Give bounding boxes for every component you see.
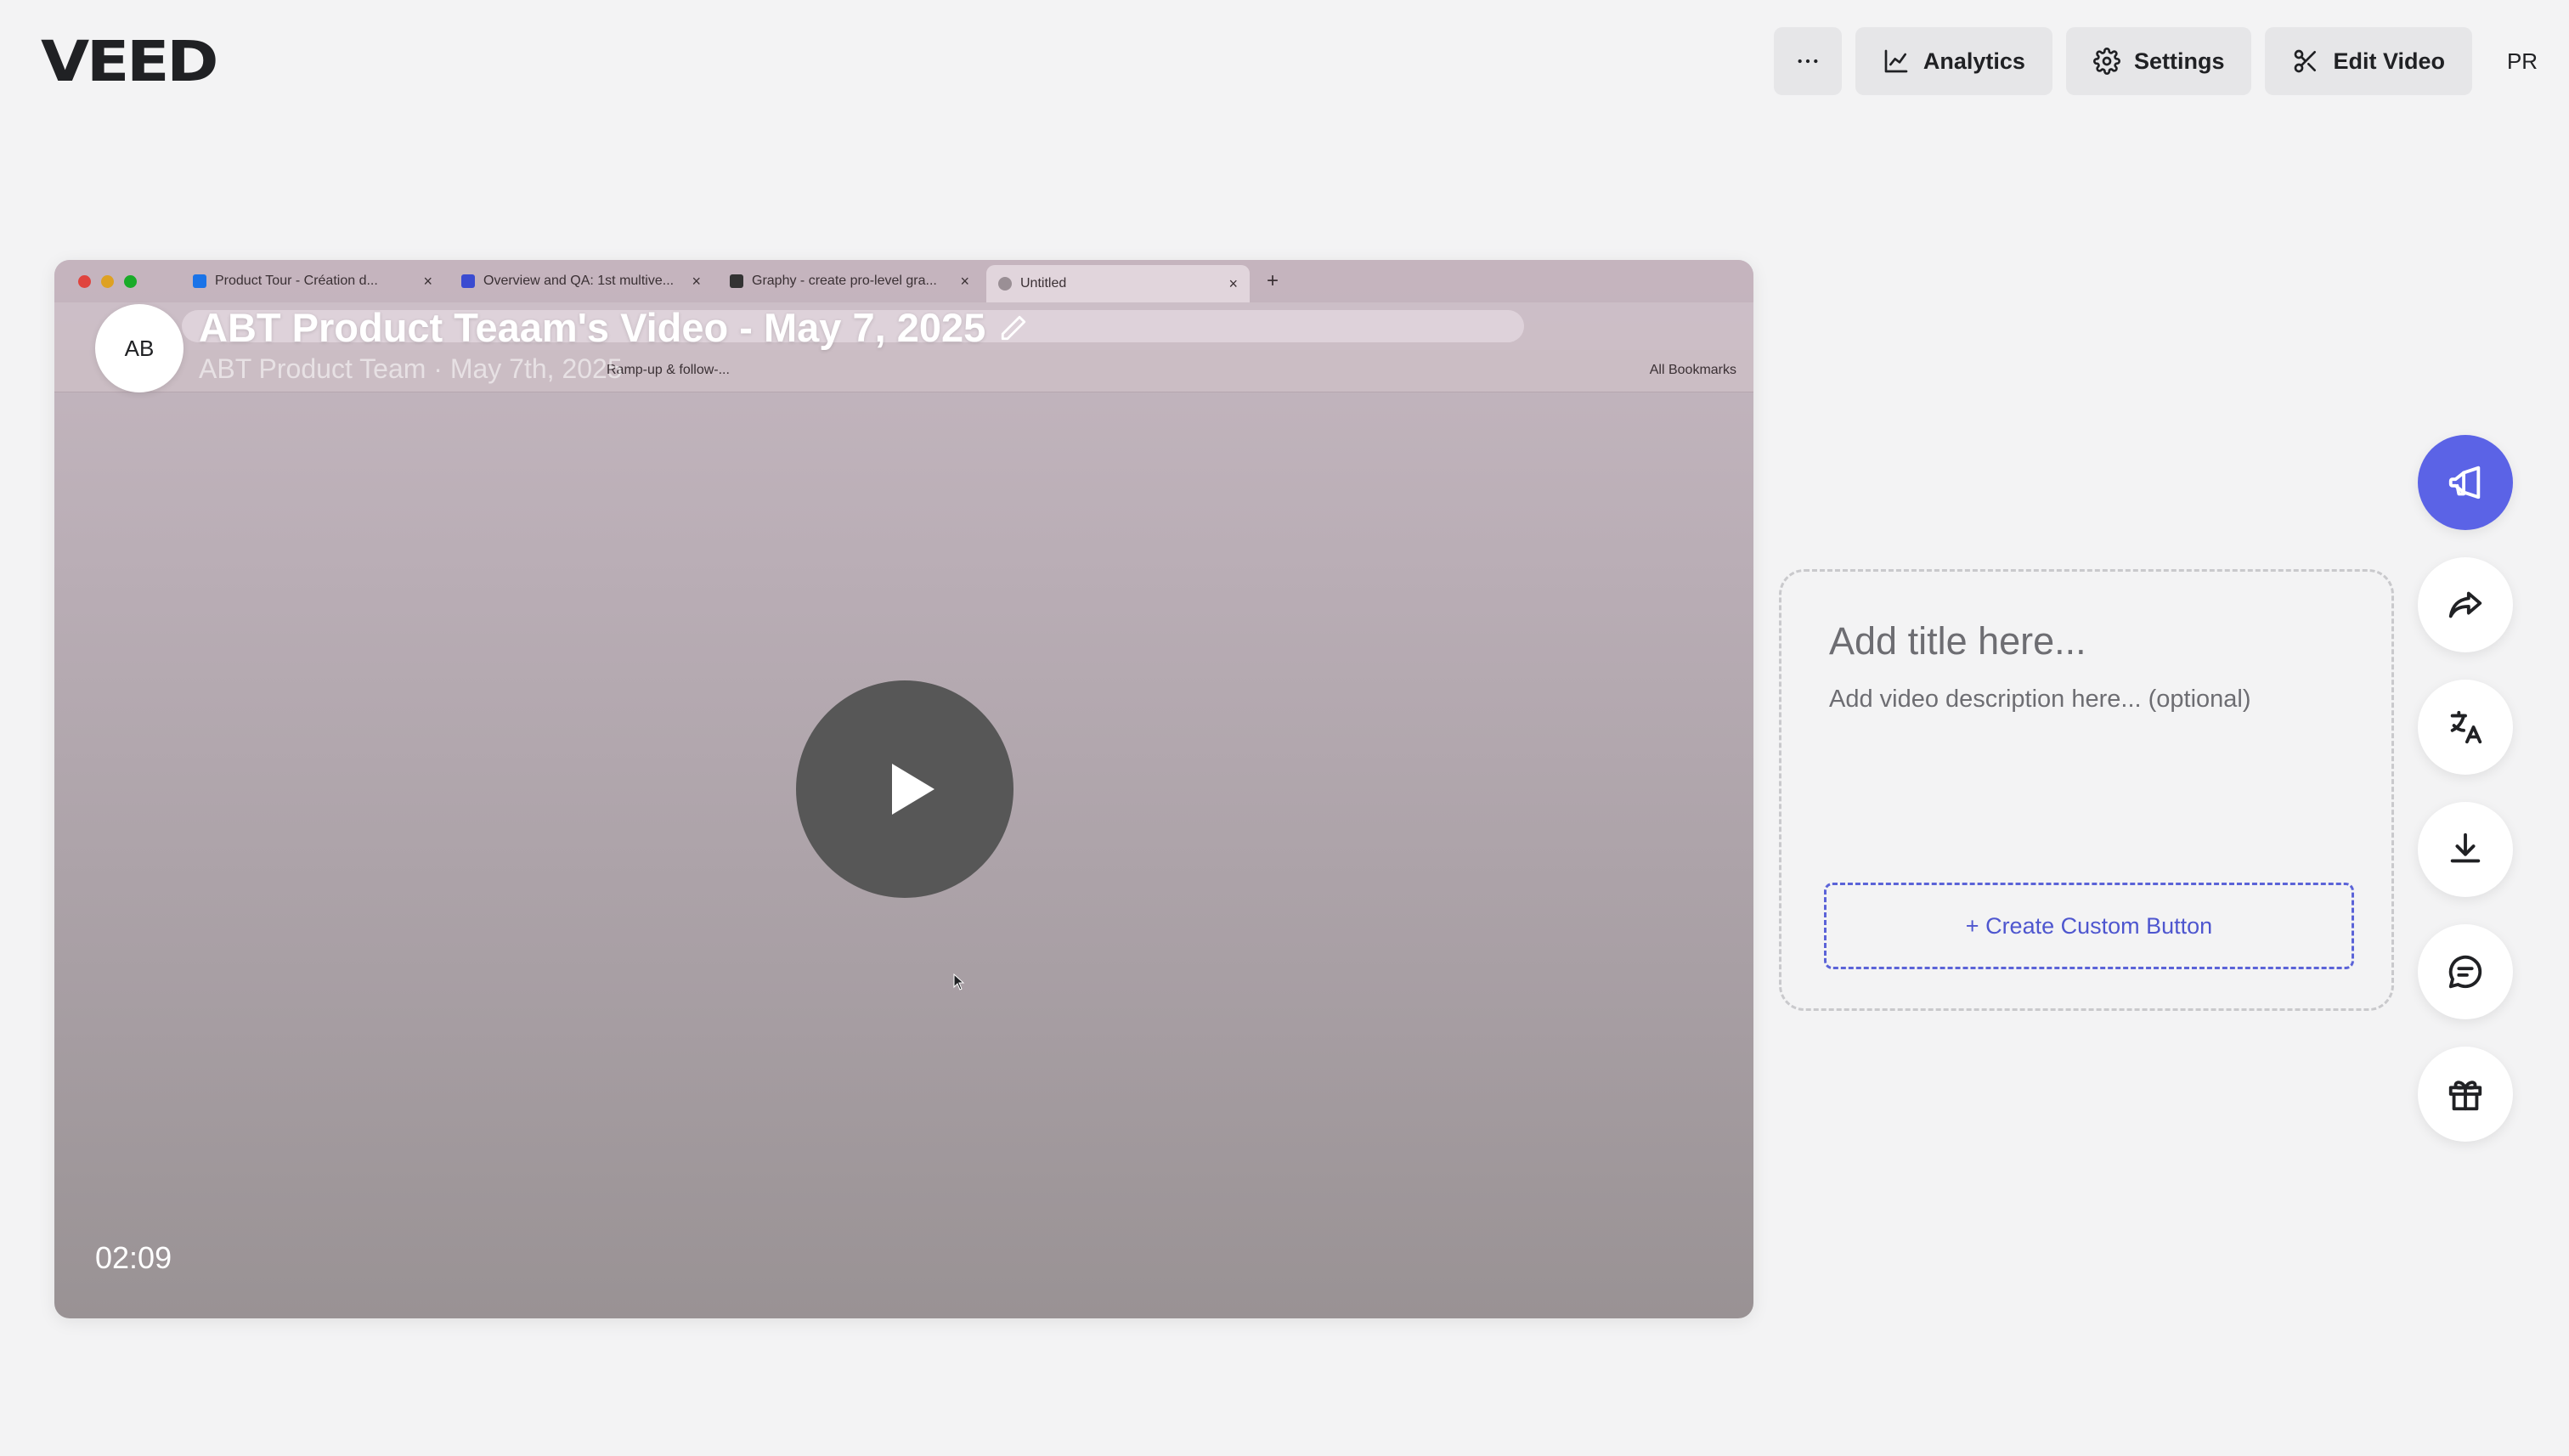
recorded-tab-title: Product Tour - Création d... bbox=[215, 274, 378, 288]
analytics-button[interactable]: Analytics bbox=[1855, 27, 2052, 95]
video-title-text: ABT Product Teaam's Video - May 7, 2025 bbox=[199, 305, 986, 350]
recorded-tab: Overview and QA: 1st multive... × bbox=[449, 265, 713, 297]
recorded-browser-tabbar: Product Tour - Création d... × Overview … bbox=[54, 260, 1753, 302]
pencil-icon[interactable] bbox=[999, 313, 1028, 342]
play-button[interactable] bbox=[796, 680, 1013, 898]
mouse-cursor-icon bbox=[953, 973, 965, 990]
download-button[interactable] bbox=[2418, 802, 2513, 897]
gift-icon bbox=[2448, 1081, 2482, 1111]
new-tab-icon: + bbox=[1267, 269, 1279, 292]
announcement-button[interactable] bbox=[2418, 435, 2513, 530]
translate-button[interactable] bbox=[2418, 680, 2513, 775]
video-title[interactable]: ABT Product Teaam's Video - May 7, 2025 bbox=[199, 304, 1028, 351]
recorded-bookmark: Ramp-up & follow-... bbox=[607, 363, 730, 377]
video-subtitle: ABT Product Team · May 7th, 2025 bbox=[199, 353, 623, 384]
top-toolbar: Analytics Settings Edit Video PR bbox=[1760, 27, 2569, 95]
settings-button[interactable]: Settings bbox=[2065, 27, 2252, 95]
analytics-label: Analytics bbox=[1923, 48, 2025, 74]
window-controls bbox=[78, 274, 147, 288]
more-options-button[interactable] bbox=[1773, 27, 1842, 95]
favicon-icon bbox=[461, 274, 475, 288]
video-duration: 02:09 bbox=[95, 1240, 172, 1275]
close-icon: × bbox=[423, 272, 432, 290]
close-icon: × bbox=[960, 272, 969, 290]
ellipsis-icon bbox=[1798, 59, 1818, 64]
translate-icon bbox=[2450, 710, 2482, 744]
video-player[interactable]: Product Tour - Création d... × Overview … bbox=[54, 260, 1753, 1318]
edit-video-button[interactable]: Edit Video bbox=[2265, 27, 2472, 95]
download-icon bbox=[2450, 832, 2481, 863]
create-custom-button[interactable]: + Create Custom Button bbox=[1824, 883, 2354, 969]
favicon-icon bbox=[193, 274, 206, 288]
scissors-icon bbox=[2295, 49, 2317, 73]
close-icon: × bbox=[1228, 274, 1238, 292]
share-icon bbox=[2448, 591, 2482, 618]
recorded-tab-active: Untitled × bbox=[986, 265, 1250, 302]
gift-button[interactable] bbox=[2418, 1047, 2513, 1142]
gear-icon bbox=[2093, 48, 2120, 75]
side-actions bbox=[2418, 435, 2513, 1169]
user-avatar[interactable]: PR bbox=[2476, 27, 2569, 95]
play-icon bbox=[892, 764, 934, 815]
recorded-tab: Graphy - create pro-level gra... × bbox=[718, 265, 981, 297]
recorded-tab-title: Untitled bbox=[1020, 276, 1067, 291]
share-button[interactable] bbox=[2418, 557, 2513, 652]
comment-icon bbox=[2448, 955, 2482, 989]
recorded-tab: Product Tour - Création d... × bbox=[181, 265, 444, 297]
close-icon: × bbox=[692, 272, 701, 290]
recorded-tab-title: Overview and QA: 1st multive... bbox=[483, 274, 675, 288]
title-placeholder[interactable]: Add title here... bbox=[1829, 619, 2086, 663]
recorded-all-bookmarks: All Bookmarks bbox=[1649, 363, 1736, 377]
comment-button[interactable] bbox=[2418, 924, 2513, 1019]
megaphone-icon bbox=[2448, 466, 2481, 499]
favicon-icon bbox=[730, 274, 743, 288]
veed-logo[interactable]: VEED bbox=[41, 34, 218, 90]
owner-avatar: AB bbox=[95, 304, 184, 392]
settings-label: Settings bbox=[2133, 48, 2225, 74]
recorded-tab-title: Graphy - create pro-level gra... bbox=[752, 274, 937, 288]
chart-line-icon bbox=[1884, 49, 1908, 73]
edit-video-label: Edit Video bbox=[2333, 48, 2445, 74]
video-info-card: Add title here... Add video description … bbox=[1779, 569, 2394, 1011]
description-placeholder[interactable]: Add video description here... (optional) bbox=[1829, 686, 2251, 714]
favicon-icon bbox=[998, 277, 1012, 291]
